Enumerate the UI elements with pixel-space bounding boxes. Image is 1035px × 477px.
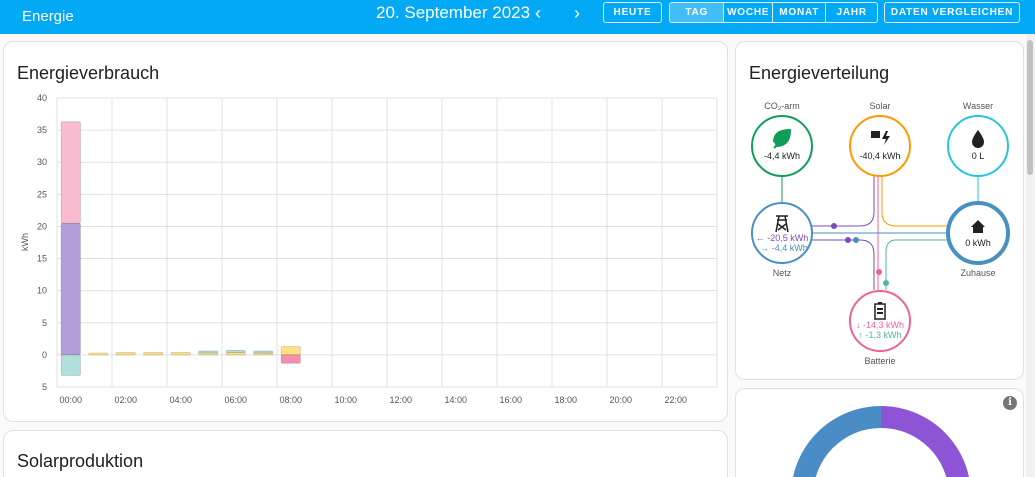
bar-segment — [115, 351, 136, 356]
x-tick-label: 22:00 — [664, 395, 687, 405]
today-button[interactable]: HEUTE — [603, 2, 662, 23]
compare-data-button[interactable]: DATEN VERGLEICHEN — [884, 2, 1020, 23]
bar-segment — [60, 222, 81, 356]
donut-chart — [793, 406, 969, 477]
bar-segment — [170, 351, 191, 356]
y-tick-label: 35 — [37, 125, 47, 135]
flow-dot — [876, 269, 882, 275]
period-selector: TAG WOCHE MONAT JAHR — [669, 2, 878, 23]
x-tick-label: 18:00 — [554, 395, 577, 405]
solar-production-card: Solarproduktion — [3, 430, 728, 477]
x-tick-label: 20:00 — [609, 395, 632, 405]
x-tick-label: 08:00 — [279, 395, 302, 405]
consumption-bar-chart: 40 35 30 25 20 15 10 5 0 5 00:00 02:00 04:00 06:00 08:… — [20, 93, 718, 405]
bar-segment — [280, 354, 301, 364]
low-carbon-label: CO₂-arm — [764, 101, 800, 111]
water-value: 0 L — [972, 151, 985, 161]
energy-consumption-card: Energieverbrauch 40 35 30 25 20 15 10 5 0 5 00:00 0… — [3, 41, 728, 422]
flow-line-solar-home — [881, 176, 948, 227]
flow-dot — [853, 237, 859, 243]
x-tick-label: 10:00 — [334, 395, 357, 405]
x-tick-label: 02:00 — [114, 395, 137, 405]
grid-export-value: → -4,4 kWh — [760, 243, 808, 253]
period-year-button[interactable]: JAHR — [826, 3, 877, 22]
x-tick-label: 06:00 — [224, 395, 247, 405]
page-scrollbar-thumb[interactable] — [1027, 40, 1033, 175]
home-label: Zuhause — [960, 268, 995, 278]
low-carbon-value: -4,4 kWh — [764, 151, 800, 161]
flow-dot — [831, 223, 837, 229]
flow-dot — [883, 280, 889, 286]
top-app-bar: Energie 20. September 2023 ‹ › HEUTE TAG… — [0, 0, 1035, 34]
bar-segment — [280, 346, 301, 356]
battery-label: Batterie — [864, 356, 895, 366]
app-title: Energie — [22, 8, 74, 25]
y-tick-label: 30 — [37, 157, 47, 167]
x-tick-label: 14:00 — [444, 395, 467, 405]
period-day-button[interactable]: TAG — [670, 3, 725, 22]
bar-segment — [198, 350, 219, 354]
flow-line-grid-battery — [812, 239, 875, 290]
energy-distribution-card: Energieverteilung CO₂-arm -4,4 kWh Solar… — [735, 41, 1024, 380]
donut-segment-right — [881, 406, 969, 477]
bar-segment — [60, 354, 81, 376]
solar-label: Solar — [869, 101, 890, 111]
y-tick-label: 5 — [42, 382, 47, 392]
energy-flow-diagram: CO₂-arm -4,4 kWh Solar -40,4 kWh Wasser … — [751, 101, 1010, 366]
y-tick-label: 40 — [37, 93, 47, 103]
solar-value: -40,4 kWh — [859, 151, 900, 161]
y-tick-label: 0 — [42, 350, 47, 360]
chevron-right-icon[interactable]: › — [567, 2, 587, 24]
solar-node[interactable] — [849, 115, 911, 177]
x-tick-label: 12:00 — [389, 395, 412, 405]
x-tick-label: 00:00 — [59, 395, 82, 405]
info-icon[interactable]: i — [1003, 396, 1017, 410]
y-tick-label: 10 — [37, 286, 47, 296]
flow-dot — [845, 237, 851, 243]
home-value: 0 kWh — [965, 238, 991, 248]
y-tick-label: 5 — [42, 318, 47, 328]
donut-segment-left — [793, 406, 881, 477]
bar-segment — [253, 350, 274, 354]
period-week-button[interactable]: WOCHE — [724, 3, 773, 22]
bar-segment — [88, 352, 109, 356]
card-title: Solarproduktion — [17, 451, 144, 471]
bar-segment — [60, 121, 81, 224]
period-month-button[interactable]: MONAT — [773, 3, 827, 22]
date-label: 20. September 2023 — [376, 3, 531, 22]
y-tick-label: 20 — [37, 221, 47, 231]
y-tick-label: 15 — [37, 254, 47, 264]
x-tick-label: 04:00 — [169, 395, 192, 405]
grid-import-value: ← -20,5 kWh — [756, 233, 809, 243]
y-tick-label: 25 — [37, 189, 47, 199]
flow-line-battery-home — [885, 239, 948, 290]
grid-label: Netz — [773, 268, 792, 278]
battery-discharge-value: ↑ -1,3 kWh — [858, 330, 901, 340]
y-axis-label: kWh — [20, 233, 30, 251]
bar-segment — [225, 350, 246, 353]
flow-line-solar-grid — [812, 176, 875, 227]
battery-charge-value: ↓ -14,3 kWh — [856, 320, 904, 330]
bar-segment — [143, 351, 164, 356]
x-tick-label: 16:00 — [499, 395, 522, 405]
water-label: Wasser — [963, 101, 993, 111]
chevron-left-icon[interactable]: ‹ — [528, 2, 548, 24]
self-consumption-card: i — [735, 388, 1024, 477]
